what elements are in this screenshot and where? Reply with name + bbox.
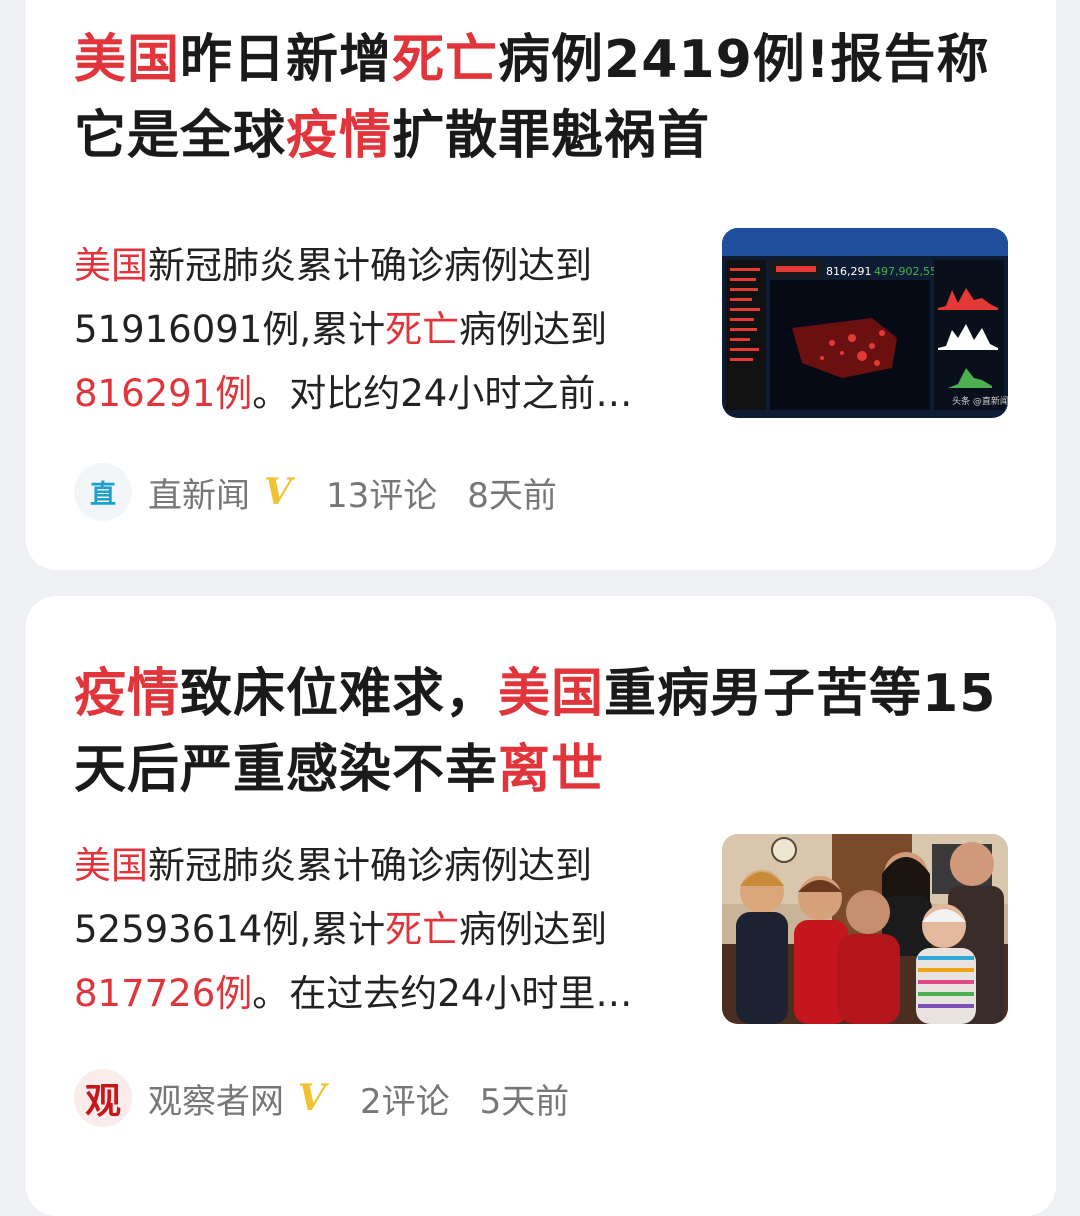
text-segment: 。对比约24小时之前… [252, 372, 633, 415]
text-segment: 51916091例,累计 [74, 308, 386, 351]
news-card-2[interactable]: 疫情致床位难求，美国重病男子苦等15天后严重感染不幸离世 美国新冠肺炎累计确诊病… [26, 596, 1056, 1216]
highlight-keyword: 离世 [498, 740, 605, 800]
highlight-keyword: 817726例 [74, 972, 253, 1015]
excerpt-line: 52593614例,累计死亡病例达到 [74, 898, 694, 962]
highlight-keyword: 疫情 [286, 106, 393, 166]
thumbnail-watermark: 头条 @直新闻 [952, 395, 1008, 407]
text-segment: 致床位难求， [180, 664, 499, 724]
verified-badge-icon: V [298, 1077, 326, 1119]
highlight-keyword: 美国 [74, 844, 148, 887]
highlight-keyword: 美国 [74, 244, 148, 287]
article-thumbnail[interactable] [722, 834, 1008, 1024]
highlight-keyword: 死亡 [385, 308, 460, 351]
text-segment: 新冠肺炎累计确诊病例达到 [148, 844, 592, 887]
article-thumbnail[interactable]: 816,291 497,902,550 头条 @直新闻 [722, 228, 1008, 418]
article-excerpt[interactable]: 美国新冠肺炎累计确诊病例达到 52593614例,累计死亡病例达到 817726例。… [74, 834, 694, 1026]
excerpt-line: 51916091例,累计死亡病例达到 [74, 298, 694, 362]
source-name[interactable]: 直新闻 [148, 468, 250, 517]
dashboard-thumbnail-image: 816,291 497,902,550 头条 @直新闻 [722, 228, 1008, 418]
news-card-1[interactable]: 美国昨日新增死亡病例2419例!报告称它是全球疫情扩散罪魁祸首 美国新冠肺炎累计… [26, 0, 1056, 570]
source-avatar[interactable]: 观 [74, 1069, 132, 1127]
highlight-keyword: 疫情 [74, 664, 181, 724]
source-name[interactable]: 观察者网 [148, 1074, 284, 1123]
text-segment: 病例达到 [459, 308, 608, 351]
highlight-keyword: 美国 [74, 30, 181, 90]
text-segment: 病例达到 [459, 908, 608, 951]
highlight-keyword: 死亡 [385, 908, 460, 951]
comment-count[interactable]: 13评论 [326, 468, 437, 517]
article-meta: 观 观察者网 V 2评论 5天前 [74, 1068, 599, 1128]
article-excerpt[interactable]: 美国新冠肺炎累计确诊病例达到 51916091例,累计死亡病例达到 816291例。… [74, 234, 694, 426]
family-photo-thumbnail-image [722, 834, 1008, 1024]
publish-time: 8天前 [467, 475, 557, 516]
source-avatar-glyph: 观 [84, 1080, 121, 1122]
article-title[interactable]: 美国昨日新增死亡病例2419例!报告称它是全球疫情扩散罪魁祸首 [74, 22, 1014, 174]
highlight-keyword: 816291例 [74, 372, 253, 415]
text-segment: 新冠肺炎累计确诊病例达到 [148, 244, 592, 287]
excerpt-line: 816291例。对比约24小时之前… [74, 362, 694, 426]
highlight-keyword: 死亡 [392, 30, 499, 90]
text-segment: 昨日新增 [180, 30, 393, 90]
text-segment: 。在过去约24小时里… [252, 972, 633, 1015]
excerpt-line: 817726例。在过去约24小时里… [74, 962, 694, 1026]
text-segment: 52593614例,累计 [74, 908, 386, 951]
comment-count[interactable]: 2评论 [360, 1074, 450, 1123]
excerpt-line: 美国新冠肺炎累计确诊病例达到 [74, 834, 694, 898]
excerpt-line: 美国新冠肺炎累计确诊病例达到 [74, 234, 694, 298]
stat-deaths: 816,291 [826, 265, 872, 278]
verified-badge-icon: V [264, 471, 292, 513]
text-segment: 扩散罪魁祸首 [392, 106, 711, 166]
source-avatar-glyph: 直 [89, 479, 116, 510]
article-meta: 直 直新闻 V 13评论 8天前 [74, 462, 587, 522]
publish-time: 5天前 [479, 1081, 570, 1122]
source-avatar[interactable]: 直 [74, 463, 132, 521]
stat-vaccines: 497,902,550 [874, 265, 944, 278]
article-title[interactable]: 疫情致床位难求，美国重病男子苦等15天后严重感染不幸离世 [74, 656, 1014, 808]
highlight-keyword: 美国 [498, 664, 605, 724]
